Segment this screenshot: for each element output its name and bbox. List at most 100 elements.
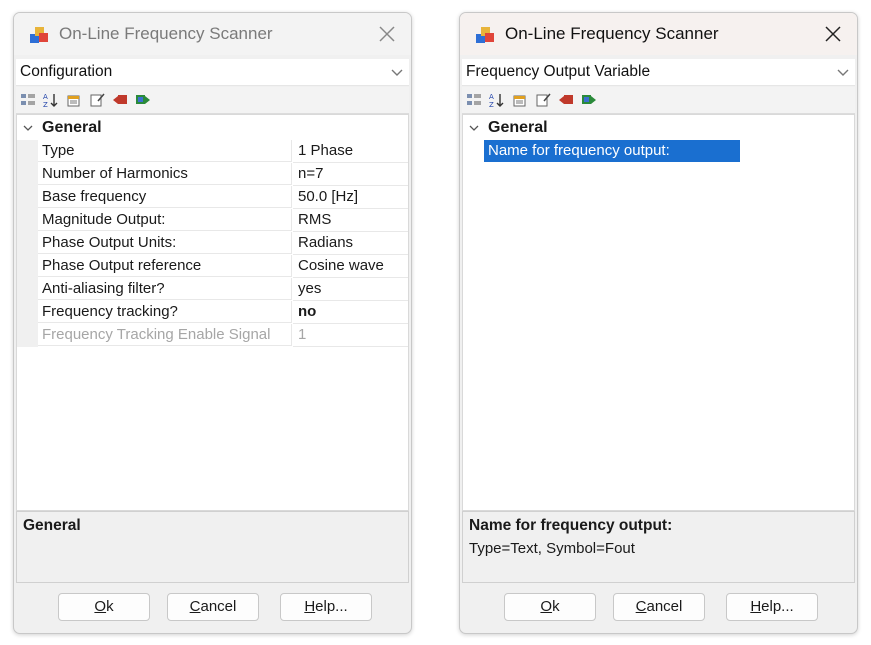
edit-icon[interactable] <box>89 92 105 108</box>
row-margin <box>17 232 38 255</box>
cancel-button[interactable]: Cancel <box>167 593 259 621</box>
ok-mnemonic: O <box>94 598 107 615</box>
property-pages-icon[interactable] <box>66 92 82 108</box>
help-mnemonic: H <box>304 598 316 615</box>
page-selector-dropdown[interactable]: Frequency Output Variable <box>462 59 855 86</box>
property-value[interactable]: Radians <box>293 232 408 255</box>
property-row-magnitude-output[interactable]: Magnitude Output: RMS <box>17 209 408 232</box>
property-row-phase-reference[interactable]: Phase Output reference Cosine wave <box>17 255 408 278</box>
cancel-mnemonic: C <box>189 598 201 615</box>
property-row-frequency-tracking[interactable]: Frequency tracking? no <box>17 301 408 324</box>
svg-text:A: A <box>489 93 494 101</box>
row-margin <box>17 301 38 324</box>
button-bar: Ok Cancel Help... <box>14 585 411 633</box>
close-button[interactable] <box>817 19 849 49</box>
row-margin <box>17 324 38 347</box>
page-selector-value: Configuration <box>20 63 113 80</box>
ok-button[interactable]: Ok <box>58 593 150 621</box>
property-value[interactable]: n=7 <box>293 163 408 186</box>
ok-label: k <box>106 598 114 615</box>
property-name: Frequency tracking? <box>38 301 292 323</box>
property-row-anti-aliasing[interactable]: Anti-aliasing filter? yes <box>17 278 408 301</box>
property-name: Frequency Tracking Enable Signal <box>38 324 292 346</box>
help-mnemonic: H <box>750 598 762 615</box>
property-name: Base frequency <box>38 186 292 208</box>
cancel-mnemonic: C <box>635 598 647 615</box>
left-dialog-window: On-Line Frequency Scanner Configuration … <box>13 12 412 634</box>
category-label: General <box>488 119 548 136</box>
category-row-general[interactable]: General <box>463 117 854 140</box>
chevron-down-icon <box>837 69 849 76</box>
property-row-phase-units[interactable]: Phase Output Units: Radians <box>17 232 408 255</box>
property-name: Anti-aliasing filter? <box>38 278 292 300</box>
page-selector-dropdown[interactable]: Configuration <box>16 59 409 86</box>
title-bar[interactable]: On-Line Frequency Scanner <box>14 13 411 55</box>
cancel-button[interactable]: Cancel <box>613 593 705 621</box>
property-value[interactable]: Cosine wave <box>293 255 408 278</box>
import-icon[interactable] <box>112 92 128 108</box>
property-value: 1 <box>293 324 408 347</box>
window-title: On-Line Frequency Scanner <box>505 24 719 43</box>
row-margin <box>17 209 38 232</box>
description-pane: Name for frequency output: Type=Text, Sy… <box>462 511 855 583</box>
category-row-general[interactable]: General <box>17 117 408 140</box>
export-icon[interactable] <box>135 92 151 108</box>
export-icon[interactable] <box>581 92 597 108</box>
description-title: Name for frequency output: <box>469 517 673 534</box>
property-value[interactable]: 1 Phase <box>293 140 408 163</box>
row-margin <box>17 163 38 186</box>
property-pages-icon[interactable] <box>512 92 528 108</box>
window-title: On-Line Frequency Scanner <box>59 24 273 43</box>
row-margin <box>17 255 38 278</box>
help-button[interactable]: Help... <box>726 593 818 621</box>
close-icon <box>825 26 841 42</box>
description-pane: General <box>16 511 409 583</box>
row-margin <box>17 140 38 163</box>
ok-button[interactable]: Ok <box>504 593 596 621</box>
sort-alphabetical-icon[interactable]: A Z <box>489 92 505 108</box>
title-bar[interactable]: On-Line Frequency Scanner <box>460 13 857 55</box>
sort-alphabetical-icon[interactable]: A Z <box>43 92 59 108</box>
property-name: Number of Harmonics <box>38 163 292 185</box>
svg-text:Z: Z <box>43 101 48 108</box>
property-name: Type <box>38 140 292 162</box>
property-value[interactable]: no <box>293 301 408 324</box>
import-icon[interactable] <box>558 92 574 108</box>
button-bar: Ok Cancel Help... <box>460 585 857 633</box>
property-grid: General Name for frequency output: <box>462 114 855 511</box>
svg-text:A: A <box>43 93 48 101</box>
help-label: elp... <box>315 598 348 615</box>
frequency-scanner-app-icon <box>30 27 48 43</box>
collapse-chevron-icon[interactable] <box>469 123 479 133</box>
edit-icon[interactable] <box>535 92 551 108</box>
cancel-label: ancel <box>646 598 683 615</box>
description-text: Type=Text, Symbol=Fout <box>469 540 635 557</box>
property-name-selected[interactable]: Name for frequency output: <box>484 140 740 162</box>
property-value[interactable]: RMS <box>293 209 408 232</box>
property-name: Phase Output reference <box>38 255 292 277</box>
property-row-harmonics[interactable]: Number of Harmonics n=7 <box>17 163 408 186</box>
row-margin <box>17 186 38 209</box>
property-row-frequency-output-name[interactable]: Name for frequency output: <box>463 140 854 163</box>
property-row-type[interactable]: Type 1 Phase <box>17 140 408 163</box>
close-button[interactable] <box>371 19 403 49</box>
categorized-icon[interactable] <box>466 92 482 108</box>
svg-text:Z: Z <box>489 101 494 108</box>
property-row-tracking-enable-signal: Frequency Tracking Enable Signal 1 <box>17 324 408 347</box>
property-value[interactable]: 50.0 [Hz] <box>293 186 408 209</box>
cancel-label: ancel <box>200 598 237 615</box>
help-label: elp... <box>761 598 794 615</box>
property-value[interactable] <box>739 140 854 162</box>
category-label: General <box>42 119 102 136</box>
property-toolbar: A Z <box>462 87 855 114</box>
help-button[interactable]: Help... <box>280 593 372 621</box>
right-dialog-window: On-Line Frequency Scanner Frequency Outp… <box>459 12 858 634</box>
chevron-down-icon <box>391 69 403 76</box>
property-row-base-frequency[interactable]: Base frequency 50.0 [Hz] <box>17 186 408 209</box>
page-selector-value: Frequency Output Variable <box>466 63 651 80</box>
property-name: Magnitude Output: <box>38 209 292 231</box>
property-value[interactable]: yes <box>293 278 408 301</box>
frequency-scanner-app-icon <box>476 27 494 43</box>
categorized-icon[interactable] <box>20 92 36 108</box>
collapse-chevron-icon[interactable] <box>23 123 33 133</box>
